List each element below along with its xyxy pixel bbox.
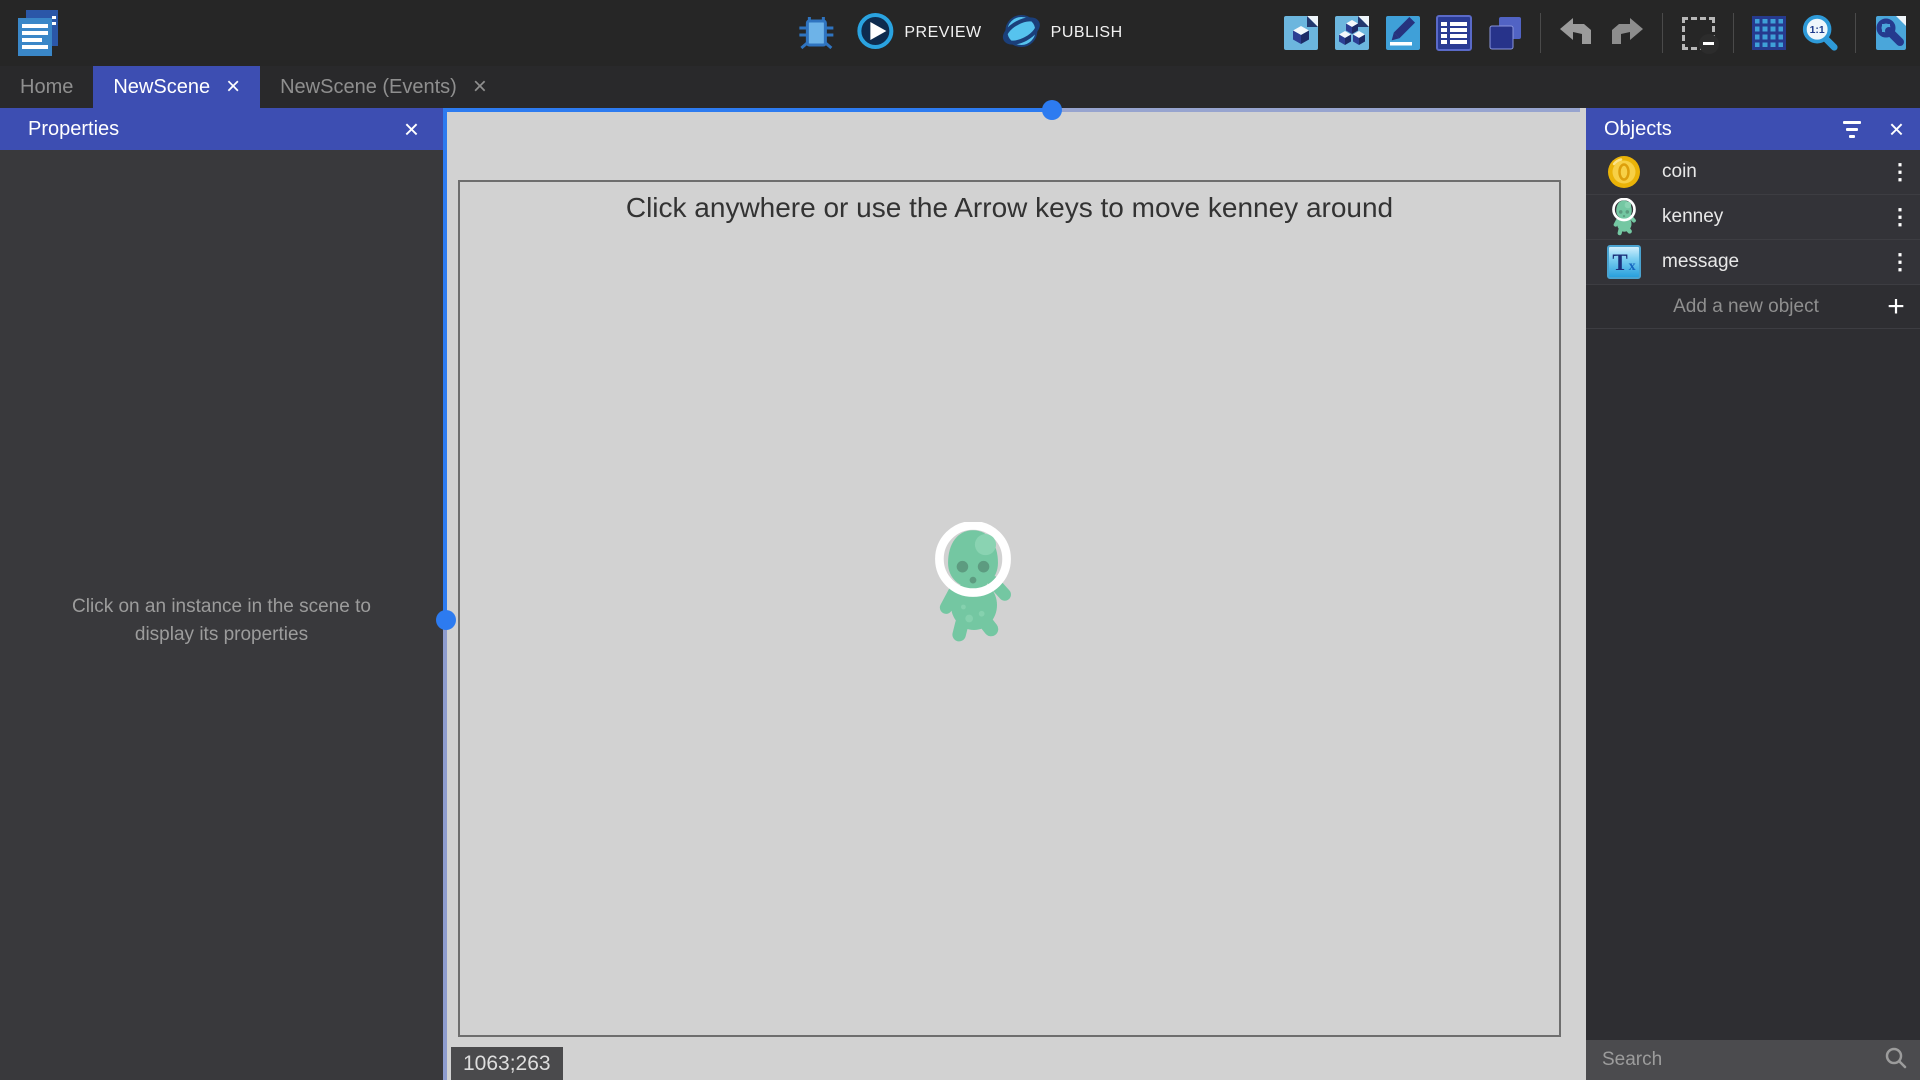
project-manager-icon[interactable]	[14, 8, 62, 58]
scene-file-icon[interactable]	[1282, 14, 1320, 52]
search-input[interactable]	[1602, 1049, 1884, 1071]
toolbar-separator	[1662, 13, 1663, 53]
toolbar-separator	[1540, 13, 1541, 53]
close-icon[interactable]: ×	[404, 118, 419, 140]
filter-icon[interactable]	[1843, 121, 1861, 138]
globe-icon	[1002, 11, 1042, 56]
objects-panel-header: Objects ×	[1586, 108, 1920, 150]
selection-edge-left	[443, 108, 447, 620]
publish-button[interactable]: PUBLISH	[1002, 11, 1123, 56]
object-name: kenney	[1662, 206, 1880, 228]
object-row-message[interactable]: Tx message ⋮	[1586, 240, 1920, 285]
add-object-button[interactable]: Add a new object +	[1586, 285, 1920, 329]
tab-label: Home	[20, 76, 73, 99]
tab-label: NewScene (Events)	[280, 76, 457, 99]
properties-panel-title: Properties	[28, 118, 404, 141]
top-toolbar: PREVIEW PUBLISH	[0, 0, 1920, 66]
project-tools-icon[interactable]	[1872, 14, 1910, 52]
coin-icon	[1586, 154, 1662, 190]
properties-edit-icon[interactable]	[1384, 14, 1422, 52]
objects-panel-title: Objects	[1604, 118, 1843, 141]
properties-panel-header: Properties ×	[0, 108, 443, 150]
kebab-menu-icon[interactable]: ⋮	[1880, 204, 1920, 230]
close-icon[interactable]: ×	[1889, 118, 1904, 140]
tab-bar: Home NewScene × NewScene (Events) ×	[0, 66, 1920, 108]
scene-canvas[interactable]: Click anywhere or use the Arrow keys to …	[443, 108, 1586, 1080]
deselect-icon[interactable]	[1679, 14, 1717, 52]
toolbar-separator	[1733, 13, 1734, 53]
redo-icon[interactable]	[1608, 14, 1646, 52]
svg-text:1:1: 1:1	[1810, 25, 1825, 36]
objects-search-bar	[1586, 1040, 1920, 1080]
objects-panel: Objects × coin ⋮	[1586, 108, 1920, 1080]
zoom-1-1-icon[interactable]: 1:1	[1801, 14, 1839, 52]
object-row-coin[interactable]: coin ⋮	[1586, 150, 1920, 195]
publish-label: PUBLISH	[1051, 24, 1123, 42]
selection-handle-left[interactable]	[436, 610, 456, 630]
text-object-icon: Tx	[1586, 245, 1662, 279]
play-icon	[855, 11, 895, 56]
object-row-kenney[interactable]: kenney ⋮	[1586, 195, 1920, 240]
preview-label: PREVIEW	[904, 24, 981, 42]
selection-handle-top[interactable]	[1042, 100, 1062, 120]
kenney-instance[interactable]	[925, 522, 1021, 644]
kebab-menu-icon[interactable]: ⋮	[1880, 249, 1920, 275]
objects-file-icon[interactable]	[1333, 14, 1371, 52]
properties-empty-message: Click on an instance in the scene to dis…	[57, 593, 387, 649]
tab-home[interactable]: Home	[0, 66, 93, 108]
selection-edge-top	[443, 108, 1052, 112]
kebab-menu-icon[interactable]: ⋮	[1880, 159, 1920, 185]
scene-instruction-text: Click anywhere or use the Arrow keys to …	[460, 192, 1559, 224]
object-name: coin	[1662, 161, 1880, 183]
toolbar-separator	[1855, 13, 1856, 53]
object-name: message	[1662, 251, 1880, 273]
grid-icon[interactable]	[1750, 14, 1788, 52]
debug-icon[interactable]	[797, 14, 835, 52]
properties-panel: Properties × Click on an instance in the…	[0, 108, 443, 1080]
instances-list-icon[interactable]	[1435, 14, 1473, 52]
tab-newscene-events[interactable]: NewScene (Events) ×	[260, 66, 507, 108]
cursor-coordinates: 1063;263	[451, 1047, 563, 1080]
undo-icon[interactable]	[1557, 14, 1595, 52]
tab-label: NewScene	[113, 76, 210, 99]
game-window-frame: Click anywhere or use the Arrow keys to …	[458, 180, 1561, 1037]
preview-button[interactable]: PREVIEW	[855, 11, 981, 56]
close-icon[interactable]: ×	[473, 77, 487, 97]
alien-icon	[1586, 198, 1662, 236]
selection-edge-top-muted	[1052, 108, 1580, 112]
plus-icon: +	[1872, 290, 1920, 324]
layers-icon[interactable]	[1486, 14, 1524, 52]
tab-newscene[interactable]: NewScene ×	[93, 66, 260, 108]
selection-edge-left-muted	[443, 620, 447, 1080]
add-object-label: Add a new object	[1586, 296, 1872, 318]
search-icon[interactable]	[1884, 1046, 1908, 1075]
close-icon[interactable]: ×	[226, 77, 240, 97]
